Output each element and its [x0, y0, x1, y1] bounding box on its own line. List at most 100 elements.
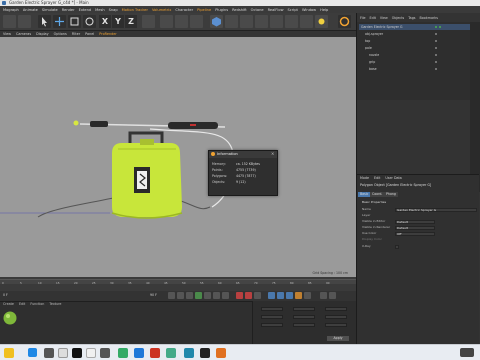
name-field[interactable]: Garden Electric Sprayer G [395, 208, 477, 212]
menu-item[interactable]: Simulate [42, 8, 58, 12]
weather-icon[interactable] [4, 348, 14, 358]
next-frame-button[interactable] [204, 292, 211, 299]
visibility-dot[interactable] [435, 47, 437, 49]
pen-button[interactable] [225, 15, 238, 28]
timeline-ruler[interactable]: 0 5 10 15 20 25 30 35 40 45 50 55 60 65 … [0, 279, 356, 285]
object-menu-item[interactable]: File [360, 16, 366, 21]
scale-key-button[interactable] [277, 292, 284, 299]
position-z-field[interactable] [261, 323, 283, 327]
rotation-h-field[interactable] [325, 307, 347, 311]
array-button[interactable] [255, 15, 268, 28]
visibility-dot[interactable] [435, 68, 437, 70]
object-row[interactable]: pole [359, 45, 477, 51]
viewport-menu-item[interactable]: View [3, 32, 11, 36]
layout-button[interactable] [338, 15, 351, 28]
panel-side-tabs[interactable] [470, 22, 480, 192]
close-icon[interactable]: × [271, 152, 275, 156]
x-axis-lock-button[interactable]: X [99, 15, 111, 28]
object-row[interactable]: base [359, 66, 477, 72]
scale-tool-button[interactable] [68, 15, 81, 28]
display-color-field[interactable] [395, 238, 415, 242]
visibility-dot[interactable] [435, 40, 437, 42]
coordinate-system-button[interactable] [142, 15, 155, 28]
object-row[interactable]: nozzle [359, 52, 477, 58]
menu-item[interactable]: Pipeline [197, 8, 211, 12]
object-row[interactable]: grip [359, 59, 477, 65]
menu-item[interactable]: Animate [23, 8, 38, 12]
current-frame[interactable]: 0 F [3, 293, 8, 297]
x-app-icon[interactable] [72, 348, 82, 358]
viewport-menu-item[interactable]: Display [36, 32, 49, 36]
material-menu-item[interactable]: Function [30, 302, 44, 306]
app-icon-3[interactable] [150, 348, 160, 358]
app-icon-4[interactable] [184, 348, 194, 358]
position-x-field[interactable] [261, 307, 283, 311]
system-tray[interactable] [460, 348, 474, 357]
cinema4d-icon[interactable] [86, 348, 96, 358]
rotation-key-button[interactable] [286, 292, 293, 299]
visibility-dot[interactable] [435, 26, 437, 28]
menu-item[interactable]: Snap [109, 8, 118, 12]
z-axis-lock-button[interactable]: Z [125, 15, 137, 28]
viewport-menu-item[interactable]: Options [54, 32, 67, 36]
play-button[interactable] [195, 292, 202, 299]
rotate-tool-button[interactable] [83, 15, 96, 28]
menu-item[interactable]: Volumetrix [152, 8, 171, 12]
visibility-dot[interactable] [435, 33, 437, 35]
menu-item[interactable]: Help [320, 8, 328, 12]
render-picture-viewer-button[interactable] [175, 15, 188, 28]
next-key-button[interactable] [213, 292, 220, 299]
task-view-icon[interactable] [58, 348, 68, 358]
fcurve-button[interactable] [329, 292, 336, 299]
render-view-button[interactable] [160, 15, 173, 28]
floor-button[interactable] [285, 15, 298, 28]
use-color-select[interactable]: Off [395, 232, 435, 236]
tab-phong[interactable]: Phong [384, 192, 398, 197]
material-menu-item[interactable]: Edit [19, 302, 25, 306]
size-x-field[interactable] [293, 307, 315, 311]
timeline-layout-button[interactable] [320, 292, 327, 299]
app-icon-2[interactable] [118, 348, 128, 358]
undo-button[interactable] [3, 15, 16, 28]
object-row[interactable]: Garden Electric Sprayer G [359, 24, 477, 30]
size-z-field[interactable] [293, 323, 315, 327]
attribute-menu-item[interactable]: Edit [374, 176, 380, 180]
previous-frame-button[interactable] [186, 292, 193, 299]
camera-button[interactable] [300, 15, 313, 28]
deformer-button[interactable] [270, 15, 283, 28]
object-row[interactable]: top [359, 38, 477, 44]
chrome-icon[interactable] [166, 348, 176, 358]
rotation-p-field[interactable] [325, 315, 347, 319]
app-icon-1[interactable] [100, 348, 110, 358]
viewport-menu-item[interactable]: Panel [85, 32, 94, 36]
menu-item[interactable]: Redshift [232, 8, 247, 12]
visibility-dot[interactable] [435, 61, 437, 63]
material-menu-item[interactable]: Create [3, 302, 14, 306]
menu-item[interactable]: Motion Tracker [122, 8, 148, 12]
viewport-menu-item[interactable]: ProRender [99, 32, 116, 36]
object-menu-item[interactable]: View [380, 16, 388, 21]
menu-item[interactable]: Plugins [215, 8, 228, 12]
menu-item[interactable]: Window [302, 8, 316, 12]
light-button[interactable] [315, 15, 328, 28]
cube-button[interactable] [210, 15, 223, 28]
render-dot[interactable] [439, 26, 441, 28]
keyframe-selection-button[interactable] [254, 292, 261, 299]
tab-basic[interactable]: Basic [358, 192, 371, 197]
search-icon[interactable] [44, 348, 54, 358]
rotation-b-field[interactable] [325, 323, 347, 327]
attribute-menu-item[interactable]: Mode [360, 176, 369, 180]
autokey-button[interactable] [245, 292, 252, 299]
layer-field[interactable] [395, 214, 477, 218]
vscode-icon[interactable] [134, 348, 144, 358]
viewport-menu-item[interactable]: Cameras [16, 32, 31, 36]
viewport-menu-item[interactable]: Filter [72, 32, 80, 36]
record-button[interactable] [236, 292, 243, 299]
position-key-button[interactable] [268, 292, 275, 299]
go-to-end-button[interactable] [222, 292, 229, 299]
y-axis-lock-button[interactable]: Y [112, 15, 124, 28]
redo-button[interactable] [18, 15, 31, 28]
subdivision-button[interactable] [240, 15, 253, 28]
move-tool-button[interactable] [53, 15, 66, 28]
previous-key-button[interactable] [177, 292, 184, 299]
